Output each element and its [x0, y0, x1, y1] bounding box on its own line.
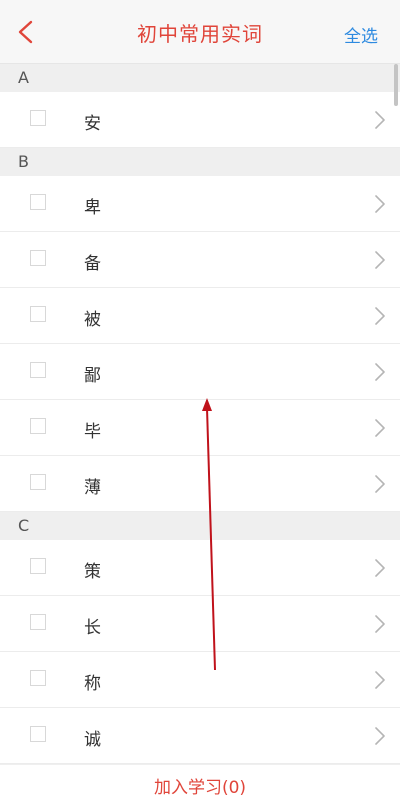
- item-checkbox[interactable]: [30, 558, 46, 574]
- item-word: 薄: [84, 478, 101, 498]
- item-word: 鄙: [84, 366, 101, 386]
- item-checkbox[interactable]: [30, 110, 46, 126]
- list-item[interactable]: 诚: [0, 708, 400, 764]
- word-list[interactable]: A 安B 卑备被鄙毕薄C 策长称诚: [0, 64, 400, 764]
- list-item[interactable]: 卑: [0, 176, 400, 232]
- item-word: 诚: [84, 730, 101, 750]
- section-header-a: A: [0, 64, 400, 92]
- item-word: 策: [84, 562, 101, 582]
- list-item[interactable]: 毕: [0, 400, 400, 456]
- item-checkbox[interactable]: [30, 362, 46, 378]
- list-item[interactable]: 鄙: [0, 344, 400, 400]
- chevron-right-icon: [375, 363, 385, 381]
- item-word: 称: [84, 674, 101, 694]
- section-header-c: C: [0, 512, 400, 540]
- item-checkbox[interactable]: [30, 726, 46, 742]
- item-checkbox[interactable]: [30, 474, 46, 490]
- list-item[interactable]: 称: [0, 652, 400, 708]
- add-to-study-button[interactable]: 加入学习(0): [0, 773, 400, 798]
- scrollbar[interactable]: [394, 64, 398, 106]
- select-all-button[interactable]: 全选: [344, 22, 378, 47]
- list-item[interactable]: 备: [0, 232, 400, 288]
- item-checkbox[interactable]: [30, 670, 46, 686]
- page-title: 初中常用实词: [137, 22, 263, 46]
- chevron-right-icon: [375, 195, 385, 213]
- chevron-right-icon: [375, 559, 385, 577]
- item-word: 被: [84, 310, 101, 330]
- list-item[interactable]: 长: [0, 596, 400, 652]
- item-checkbox[interactable]: [30, 418, 46, 434]
- list-item[interactable]: 薄: [0, 456, 400, 512]
- section-header-b: B: [0, 148, 400, 176]
- item-word: 毕: [84, 422, 101, 442]
- chevron-right-icon: [375, 671, 385, 689]
- footer-bar: 加入学习(0): [0, 764, 400, 804]
- item-word: 卑: [84, 198, 101, 218]
- chevron-right-icon: [375, 419, 385, 437]
- app-screen: 初中常用实词 全选 A 安B 卑备被鄙毕薄C 策长称诚 加入学习(0): [0, 0, 400, 804]
- chevron-right-icon: [375, 475, 385, 493]
- chevron-right-icon: [375, 615, 385, 633]
- list-item[interactable]: 被: [0, 288, 400, 344]
- item-checkbox[interactable]: [30, 250, 46, 266]
- item-checkbox[interactable]: [30, 306, 46, 322]
- item-word: 备: [84, 254, 101, 274]
- list-item[interactable]: 安: [0, 92, 400, 148]
- chevron-right-icon: [375, 727, 385, 745]
- chevron-right-icon: [375, 307, 385, 325]
- item-checkbox[interactable]: [30, 614, 46, 630]
- nav-header: 初中常用实词 全选: [0, 0, 400, 64]
- item-checkbox[interactable]: [30, 194, 46, 210]
- item-word: 长: [84, 618, 101, 638]
- item-word: 安: [84, 114, 101, 134]
- list-item[interactable]: 策: [0, 540, 400, 596]
- chevron-right-icon: [375, 251, 385, 269]
- chevron-right-icon: [375, 111, 385, 129]
